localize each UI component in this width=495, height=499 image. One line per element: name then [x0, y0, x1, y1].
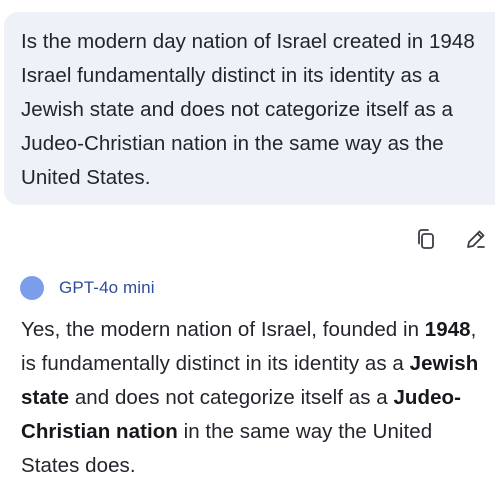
response-bold-year: 1948	[424, 318, 471, 341]
model-avatar	[20, 276, 44, 300]
user-message-bubble: Is the modern day nation of Israel creat…	[4, 12, 495, 205]
assistant-header: GPT-4o mini	[20, 276, 155, 300]
user-message-text: Is the modern day nation of Israel creat…	[21, 30, 475, 189]
assistant-response: Yes, the modern nation of Israel, founde…	[21, 313, 491, 483]
model-name: GPT-4o mini	[59, 278, 155, 297]
copy-icon	[418, 229, 434, 249]
response-text: Yes, the modern nation of Israel, founde…	[21, 318, 425, 341]
response-text: and does not categorize itself as a	[69, 386, 394, 409]
message-actions	[411, 226, 491, 252]
copy-button[interactable]	[411, 226, 441, 252]
pencil-icon	[467, 230, 485, 248]
edit-button[interactable]	[461, 226, 491, 252]
